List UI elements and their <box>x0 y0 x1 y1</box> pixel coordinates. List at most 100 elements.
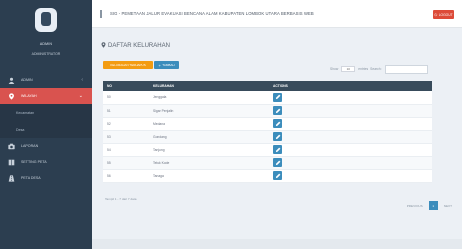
button-label: KELURAHAN TERHAPUS <box>110 63 146 67</box>
column-header-actions: ACTIONS <box>273 84 288 88</box>
chevron-left-icon: ‹ <box>81 77 83 83</box>
cell-no: 56 <box>107 173 111 178</box>
top-bar: SIG - PEMETAAN JALUR EVAKUASI BENCANA AL… <box>92 0 462 28</box>
table-row: 55 Teluk Kode <box>103 156 432 169</box>
table-row: 53 Gondang <box>103 130 432 143</box>
road-icon <box>8 174 15 182</box>
cell-no: 52 <box>107 121 111 126</box>
sidebar-item-label: WILAYAH <box>21 94 37 98</box>
edit-button[interactable] <box>273 158 282 167</box>
cell-actions <box>269 104 432 117</box>
search-input[interactable] <box>384 64 428 74</box>
edit-button[interactable] <box>273 119 282 128</box>
edit-button[interactable] <box>273 106 282 115</box>
show-label: Show <box>330 67 339 71</box>
cell-kelurahan: Tanjung <box>153 147 165 152</box>
sidebar-item-label: SETTING PETA <box>21 160 47 164</box>
entries-label: entries <box>358 67 369 71</box>
cell-kelurahan: Jenggala <box>153 95 167 100</box>
table-row: 56 Tanaga <box>103 169 432 182</box>
book-icon <box>8 159 15 166</box>
pencil-icon <box>275 94 280 100</box>
pencil-icon <box>275 173 280 178</box>
pencil-icon <box>275 108 280 113</box>
pencil-icon <box>275 134 280 139</box>
sidebar-brand: ADMIN ADMINISTRATOR <box>0 0 92 72</box>
logout-label: LOGOUT <box>438 12 453 17</box>
column-header-kelurahan[interactable]: KELURAHAN <box>149 81 269 91</box>
brand-subtitle: ADMINISTRATOR <box>31 52 61 56</box>
table-info: Tampil 1 - 7 dari 7 data <box>105 197 137 201</box>
submenu-wilayah: Kecamatan Desa <box>0 104 92 138</box>
pagination: PREVIOUS 1 NEXT <box>407 201 452 210</box>
brand-name: ADMIN <box>39 42 53 46</box>
cell-kelurahan: Medana <box>153 121 165 126</box>
add-button[interactable]: + TAMBAH <box>154 61 179 69</box>
previous-page-link[interactable]: PREVIOUS <box>407 204 423 208</box>
pencil-icon <box>275 160 280 165</box>
page-1-button[interactable]: 1 <box>428 201 438 210</box>
sidebar-item-label: Desa <box>16 127 25 132</box>
table-row: 54 Tanjung <box>103 143 432 156</box>
table-row: 50 Jenggala <box>103 91 432 104</box>
sidebar-item-desa[interactable]: Desa <box>0 121 92 138</box>
cell-actions <box>269 91 432 104</box>
edit-button[interactable] <box>273 171 282 180</box>
sidebar: ADMIN ADMINISTRATOR ADMIN ‹ WILAYAH ⌄ Ke… <box>0 0 92 249</box>
cell-actions <box>269 143 432 156</box>
pencil-icon <box>275 121 280 126</box>
sidebar-item-peta-desa[interactable]: PETA DESA <box>0 170 92 186</box>
logout-button[interactable]: ⏻ LOGOUT <box>433 10 454 19</box>
plus-icon: + <box>158 62 161 68</box>
location-pin-icon <box>8 92 15 100</box>
cell-no: 50 <box>107 95 111 100</box>
kelurahan-table: NO KELURAHAN ACTIONS 50 Jenggala 51 Sigar P… <box>103 81 432 183</box>
cell-actions <box>269 117 432 130</box>
table-header-row: NO KELURAHAN ACTIONS <box>103 81 432 91</box>
cell-kelurahan: Tanaga <box>153 173 164 178</box>
page-title: DAFTAR KELURAHAN <box>101 42 170 50</box>
next-page-link[interactable]: NEXT <box>444 204 452 208</box>
cell-no: 55 <box>107 160 111 165</box>
cell-actions <box>269 130 432 143</box>
sidebar-item-label: ADMIN <box>21 78 33 82</box>
cell-kelurahan: Teluk Kode <box>153 160 170 165</box>
table-row: 51 Sigar Penjalin <box>103 104 432 117</box>
button-label: TAMBAH <box>162 63 175 67</box>
sidebar-toggle-icon[interactable] <box>100 9 102 18</box>
cell-actions <box>269 156 432 169</box>
sidebar-item-label: Kecamatan <box>16 110 35 115</box>
main-content: DAFTAR KELURAHAN KELURAHAN TERHAPUS + TA… <box>92 29 462 249</box>
sidebar-item-admin[interactable]: ADMIN ‹ <box>0 72 92 88</box>
sidebar-item-label: LAPORAN <box>21 144 39 148</box>
cell-no: 54 <box>107 147 111 152</box>
footer <box>92 239 462 249</box>
sidebar-item-kecamatan[interactable]: Kecamatan <box>0 104 92 121</box>
cell-kelurahan: Sigar Penjalin <box>153 108 174 113</box>
sidebar-item-laporan[interactable]: LAPORAN <box>0 138 92 154</box>
sidebar-item-label: PETA DESA <box>21 176 41 180</box>
cell-actions <box>269 169 432 182</box>
search-label: Search: <box>370 67 382 71</box>
column-header-no[interactable]: NO <box>103 81 149 91</box>
edit-button[interactable] <box>273 145 282 154</box>
power-icon: ⏻ <box>434 12 438 17</box>
cell-no: 53 <box>107 134 111 139</box>
cell-kelurahan: Gondang <box>153 134 167 139</box>
deleted-kelurahan-button[interactable]: KELURAHAN TERHAPUS <box>103 61 153 69</box>
location-pin-icon <box>101 42 106 50</box>
avatar <box>35 8 57 32</box>
cell-no: 51 <box>107 108 111 113</box>
sidebar-item-wilayah[interactable]: WILAYAH ⌄ <box>0 88 92 104</box>
edit-button[interactable] <box>273 92 282 102</box>
pencil-icon <box>275 147 280 152</box>
entries-select[interactable]: 10 <box>341 66 356 72</box>
entries-select-value: 10 <box>346 67 350 71</box>
edit-button[interactable] <box>273 132 282 141</box>
heading-text: DAFTAR KELURAHAN <box>108 43 170 49</box>
app-title: SIG - PEMETAAN JALUR EVAKUASI BENCANA AL… <box>110 11 314 16</box>
camera-icon <box>8 143 15 150</box>
user-icon <box>8 77 15 84</box>
table-row: 52 Medana <box>103 117 432 130</box>
sidebar-item-setting-peta[interactable]: SETTING PETA <box>0 154 92 170</box>
